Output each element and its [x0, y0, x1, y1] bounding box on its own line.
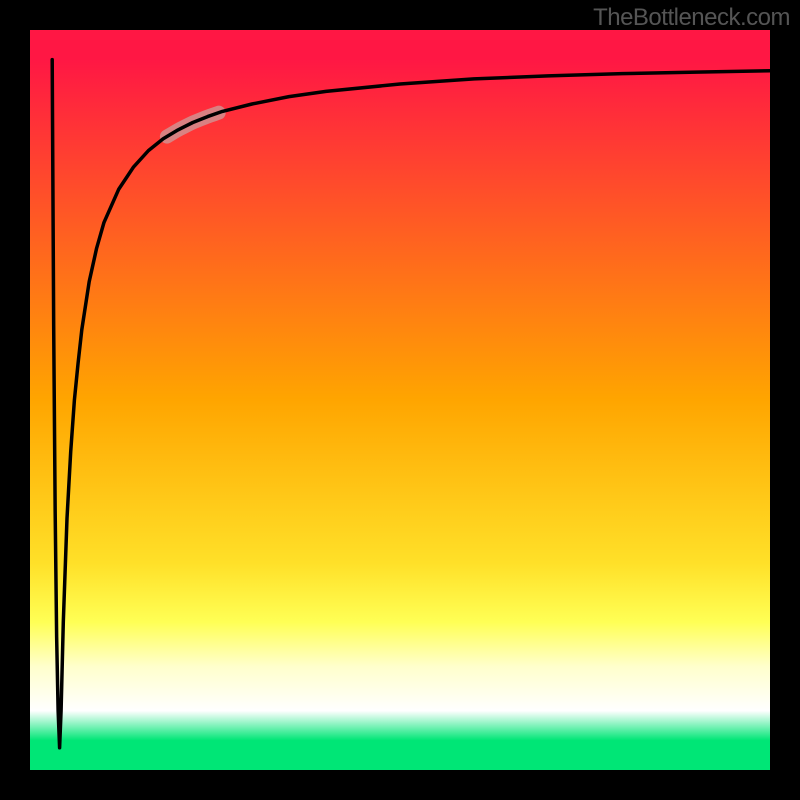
frame-left — [0, 0, 30, 800]
chart-svg — [0, 0, 800, 800]
plot-background — [30, 30, 770, 770]
watermark-text: TheBottleneck.com — [593, 4, 790, 32]
frame-right — [770, 0, 800, 800]
frame-bottom — [0, 770, 800, 800]
chart-container: TheBottleneck.com — [0, 0, 800, 800]
